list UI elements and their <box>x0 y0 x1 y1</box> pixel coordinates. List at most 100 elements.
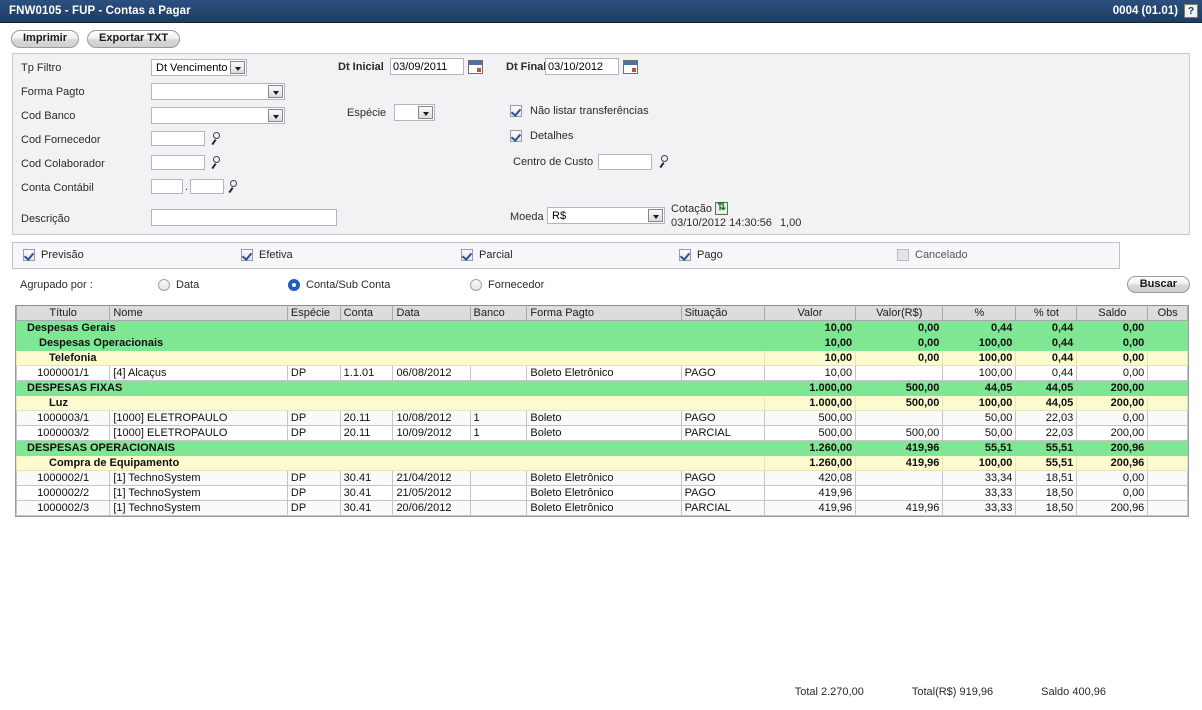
column-header-conta[interactable]: Conta <box>340 306 393 321</box>
table-group-row[interactable]: Compra de Equipamento1.260,00419,96100,0… <box>17 456 1188 471</box>
search-magnifier-icon[interactable] <box>657 155 671 169</box>
window-title: FNW0105 - FUP - Contas a Pagar <box>9 5 191 17</box>
cod-colaborador-input[interactable] <box>151 155 205 170</box>
cod-fornecedor-input[interactable] <box>151 131 205 146</box>
chevron-down-icon[interactable] <box>230 61 245 74</box>
cell-situacao: PAGO <box>681 411 764 426</box>
status-filter-efetiva[interactable]: Efetiva <box>241 249 293 261</box>
print-button[interactable]: Imprimir <box>11 30 79 48</box>
buscar-button[interactable]: Buscar <box>1127 276 1190 293</box>
tp-filtro-select[interactable]: Dt Vencimento <box>151 59 247 76</box>
table-row[interactable]: 1000002/2[1] TechnoSystemDP30.4121/05/20… <box>17 486 1188 501</box>
table-row[interactable]: 1000002/3[1] TechnoSystemDP30.4120/06/20… <box>17 501 1188 516</box>
cell-valorrs: 0,00 <box>856 351 943 366</box>
group-by-option-data[interactable]: Data <box>158 279 199 291</box>
cell-pct: 100,00 <box>943 351 1016 366</box>
status-filter-cancelado[interactable]: Cancelado <box>897 249 968 261</box>
chevron-down-icon[interactable] <box>268 109 283 122</box>
group-by-option-fornecedor[interactable]: Fornecedor <box>470 279 544 291</box>
cell-formapagto: Boleto <box>527 411 681 426</box>
descricao-input[interactable] <box>151 209 337 226</box>
table-group-row[interactable]: Despesas Operacionais10,000,00100,000,44… <box>17 336 1188 351</box>
search-magnifier-icon[interactable] <box>226 180 240 194</box>
status-filter-parcial[interactable]: Parcial <box>461 249 513 261</box>
table-group-row[interactable]: DESPESAS FIXAS1.000,00500,0044,0544,0520… <box>17 381 1188 396</box>
results-table-head: TítuloNomeEspécieContaDataBancoForma Pag… <box>17 306 1188 321</box>
cell-pcttot: 0,44 <box>1016 336 1077 351</box>
export-txt-button[interactable]: Exportar TXT <box>87 30 180 48</box>
cell-valorrs: 419,96 <box>856 441 943 456</box>
conta-contabil-input-2[interactable] <box>190 179 224 194</box>
refresh-exchange-icon[interactable] <box>715 202 728 215</box>
cell-saldo: 200,00 <box>1077 396 1148 411</box>
moeda-select[interactable]: R$ <box>547 207 665 224</box>
help-icon[interactable]: ? <box>1184 4 1198 18</box>
column-header-pct[interactable]: % <box>943 306 1016 321</box>
cell-titulo: 1000002/3 <box>17 501 110 516</box>
window-titlebar: FNW0105 - FUP - Contas a Pagar 0004 (01.… <box>0 0 1202 23</box>
chevron-down-icon[interactable] <box>648 209 663 222</box>
column-header-especie[interactable]: Espécie <box>287 306 340 321</box>
dt-inicial-input[interactable] <box>390 58 464 75</box>
column-header-banco[interactable]: Banco <box>470 306 527 321</box>
checkbox-icon[interactable] <box>510 105 522 117</box>
search-magnifier-icon[interactable] <box>209 156 223 170</box>
checkbox-icon[interactable] <box>510 130 522 142</box>
cell-nome: [4] Alcaçus <box>110 366 288 381</box>
column-header-formapagto[interactable]: Forma Pagto <box>527 306 681 321</box>
especie-select[interactable] <box>394 104 435 123</box>
table-group-row[interactable]: Luz1.000,00500,00100,0044,05200,00 <box>17 396 1188 411</box>
calendar-icon[interactable] <box>468 60 483 74</box>
results-grid: TítuloNomeEspécieContaDataBancoForma Pag… <box>15 305 1189 517</box>
cell-titulo: 1000002/1 <box>17 471 110 486</box>
table-row[interactable]: 1000001/1[4] AlcaçusDP1.1.0106/08/2012Bo… <box>17 366 1188 381</box>
cell-obs <box>1148 396 1188 411</box>
table-group-row[interactable]: DESPESAS OPERACIONAIS1.260,00419,9655,51… <box>17 441 1188 456</box>
column-header-obs[interactable]: Obs <box>1148 306 1188 321</box>
column-header-saldo[interactable]: Saldo <box>1077 306 1148 321</box>
checkbox-icon[interactable] <box>23 249 35 261</box>
chevron-down-icon[interactable] <box>268 85 283 98</box>
table-group-row[interactable]: Despesas Gerais10,000,000,440,440,00 <box>17 321 1188 336</box>
table-row[interactable]: 1000003/2[1000] ELETROPAULODP20.1110/09/… <box>17 426 1188 441</box>
radio-icon[interactable] <box>470 279 482 291</box>
column-header-pcttot[interactable]: % tot <box>1016 306 1077 321</box>
calendar-icon[interactable] <box>623 60 638 74</box>
checkbox-icon[interactable] <box>241 249 253 261</box>
centro-de-custo-input[interactable] <box>598 154 652 170</box>
table-row[interactable]: 1000002/1[1] TechnoSystemDP30.4121/04/20… <box>17 471 1188 486</box>
cell-banco <box>470 486 527 501</box>
checkbox-icon[interactable] <box>679 249 691 261</box>
dt-final-input[interactable] <box>545 58 619 75</box>
search-magnifier-icon[interactable] <box>209 132 223 146</box>
conta-contabil-input-1[interactable] <box>151 179 183 194</box>
checkbox-icon[interactable] <box>461 249 473 261</box>
cell-pct: 33,33 <box>943 501 1016 516</box>
cod-banco-select[interactable] <box>151 107 285 126</box>
column-header-nome[interactable]: Nome <box>110 306 288 321</box>
status-filter-pago[interactable]: Pago <box>679 249 723 261</box>
cell-conta: 30.41 <box>340 471 393 486</box>
column-header-data[interactable]: Data <box>393 306 470 321</box>
forma-pagto-select[interactable] <box>151 83 285 102</box>
chevron-down-icon[interactable] <box>418 106 433 119</box>
cell-nome: [1] TechnoSystem <box>110 486 288 501</box>
cell-banco: 1 <box>470 426 527 441</box>
column-header-situacao[interactable]: Situação <box>681 306 764 321</box>
detalhes-checkbox[interactable]: Detalhes <box>510 130 573 142</box>
cell-data: 20/06/2012 <box>393 501 470 516</box>
checkbox-icon[interactable] <box>897 249 909 261</box>
cell-situacao: PARCIAL <box>681 426 764 441</box>
radio-icon[interactable] <box>158 279 170 291</box>
column-header-valor[interactable]: Valor <box>764 306 855 321</box>
nao-listar-transferencias-checkbox[interactable]: Não listar transferências <box>510 105 649 117</box>
group-by-option-conta-sub-conta[interactable]: Conta/Sub Conta <box>288 279 390 291</box>
table-row[interactable]: 1000003/1[1000] ELETROPAULODP20.1110/08/… <box>17 411 1188 426</box>
table-group-row[interactable]: Telefonia10,000,00100,000,440,00 <box>17 351 1188 366</box>
cell-obs <box>1148 411 1188 426</box>
column-header-valorrs[interactable]: Valor(R$) <box>856 306 943 321</box>
column-header-titulo[interactable]: Título <box>17 306 110 321</box>
cell-valorrs <box>856 411 943 426</box>
radio-icon[interactable] <box>288 279 300 291</box>
status-filter-previsao[interactable]: Previsão <box>23 249 84 261</box>
